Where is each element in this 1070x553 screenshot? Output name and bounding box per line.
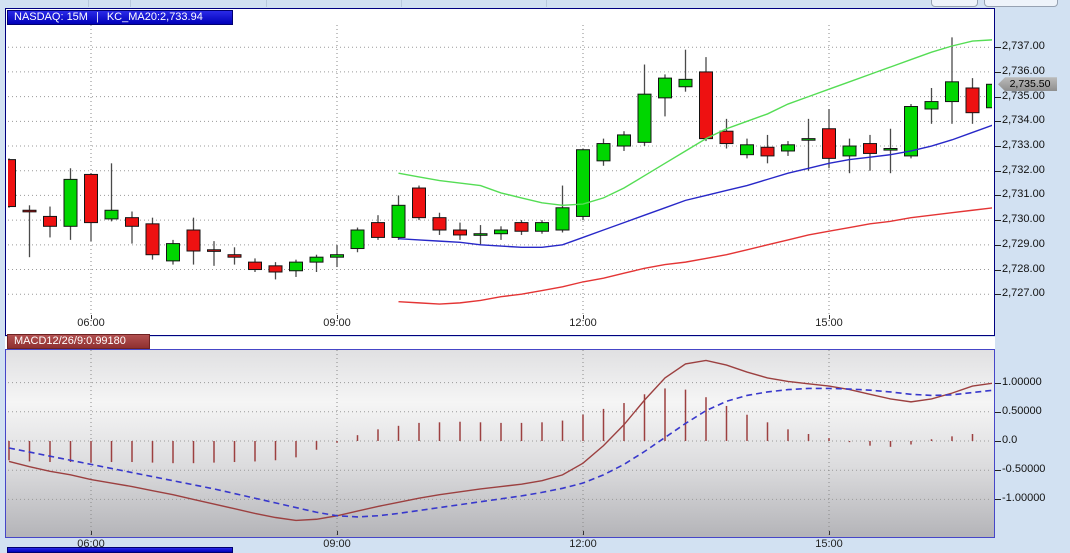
macd-axis-label: -1.00000 [1002, 492, 1045, 504]
macd-axis-tick [995, 441, 1001, 442]
macd-chart[interactable] [8, 350, 992, 535]
price-axis-label: 2,730.00 [1002, 213, 1045, 225]
price-axis-label: 2,734.00 [1002, 114, 1045, 126]
price-axis-tick [995, 121, 1001, 122]
toolbar-separator [88, 0, 89, 7]
price-axis-tick [995, 195, 1001, 196]
macd-time-label: 15:00 [805, 538, 853, 550]
panel-gap [5, 337, 995, 349]
price-axis-label: 2,729.00 [1002, 238, 1045, 250]
price-axis-tick [995, 171, 1001, 172]
price-axis-label: 2,737.00 [1002, 40, 1045, 52]
price-axis-tick [995, 220, 1001, 221]
macd-time-tick [91, 531, 92, 535]
price-axis-label: 2,732.00 [1002, 164, 1045, 176]
price-axis-label: 2,735.00 [1002, 90, 1045, 102]
macd-time-tick [829, 531, 830, 535]
toolbar-separator [130, 0, 131, 7]
next-panel-header-cutoff[interactable] [7, 547, 233, 553]
toolbar-separator [546, 0, 547, 7]
symbol-label: NASDAQ: 15M [14, 10, 88, 25]
last-price-tag: 2,735.50 [998, 77, 1057, 91]
time-tick [583, 315, 584, 319]
macd-time-tick [583, 531, 584, 535]
price-axis-tick [995, 146, 1001, 147]
time-tick [337, 315, 338, 319]
candlestick-chart[interactable] [8, 25, 992, 315]
toolbar-button-cutoff[interactable] [931, 0, 978, 7]
macd-axis-tick [995, 499, 1001, 500]
price-panel-header[interactable]: NASDAQ: 15M | KC_MA20:2,733.94 [7, 10, 233, 25]
macd-panel-header[interactable]: MACD12/26/9:0.99180 [7, 334, 150, 349]
macd-time-tick [337, 531, 338, 535]
macd-axis-label: 0.50000 [1002, 405, 1042, 417]
price-axis-tick [995, 72, 1001, 73]
macd-axis-label: 1.00000 [1002, 376, 1042, 388]
chart-window: NASDAQ: 15M | KC_MA20:2,733.94 MACD12/26… [0, 0, 1070, 553]
macd-axis-tick [995, 470, 1001, 471]
toolbar-button-cutoff[interactable] [984, 0, 1058, 7]
macd-time-label: 12:00 [559, 538, 607, 550]
price-axis-tick [995, 97, 1001, 98]
price-axis-label: 2,736.00 [1002, 65, 1045, 77]
price-axis-label: 2,727.00 [1002, 287, 1045, 299]
price-axis-label: 2,728.00 [1002, 263, 1045, 275]
time-tick [91, 315, 92, 319]
toolbar-separator [401, 0, 402, 7]
macd-axis-tick [995, 383, 1001, 384]
toolbar-separator [266, 0, 267, 7]
header-separator: | [96, 10, 99, 25]
time-tick [829, 315, 830, 319]
macd-time-label: 09:00 [313, 538, 361, 550]
macd-axis-label: 0.0 [1002, 434, 1017, 446]
macd-axis-label: -0.50000 [1002, 463, 1045, 475]
price-axis-tick [995, 47, 1001, 48]
indicator-label: KC_MA20:2,733.94 [107, 10, 203, 25]
price-axis-tick [995, 294, 1001, 295]
price-axis-label: 2,733.00 [1002, 139, 1045, 151]
macd-axis-tick [995, 412, 1001, 413]
price-axis-tick [995, 245, 1001, 246]
price-axis-label: 2,731.00 [1002, 188, 1045, 200]
price-axis-tick [995, 270, 1001, 271]
